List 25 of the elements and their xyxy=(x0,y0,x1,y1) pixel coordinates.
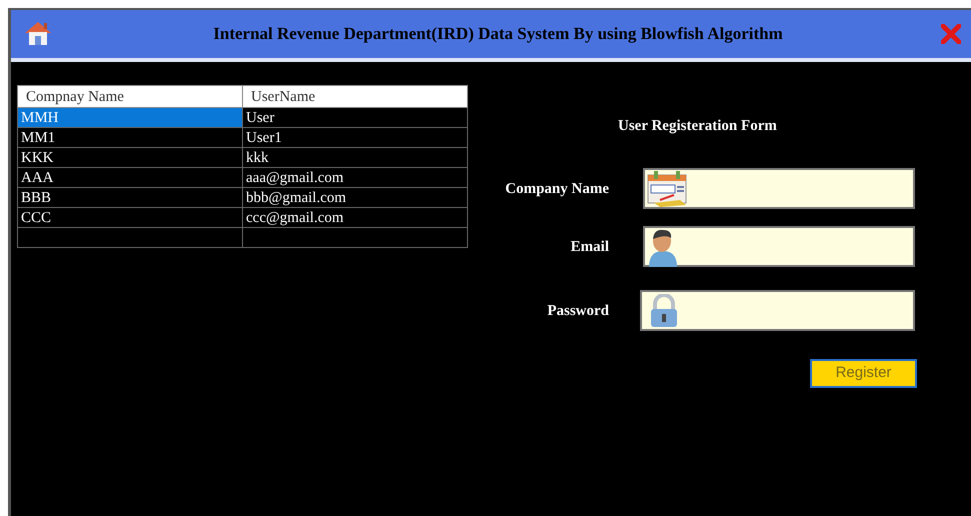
input-field[interactable] xyxy=(643,226,915,267)
input-field[interactable] xyxy=(643,168,915,209)
table-cell[interactable]: ccc@gmail.com xyxy=(242,208,468,228)
table-cell[interactable]: KKK xyxy=(18,148,242,168)
table-cell[interactable]: User1 xyxy=(242,128,468,148)
table-cell[interactable]: User xyxy=(242,108,468,128)
table-cell[interactable]: aaa@gmail.com xyxy=(242,168,468,188)
field-label: Company Name xyxy=(505,180,609,196)
column-header[interactable]: Compnay Name xyxy=(18,86,242,108)
table-cell[interactable]: BBB xyxy=(18,188,242,208)
window-title: Internal Revenue Department(IRD) Data System By using Blowfish Algorithm xyxy=(213,23,783,46)
padlock-icon xyxy=(648,294,680,328)
calendar-card-icon xyxy=(646,170,688,208)
column-header[interactable]: UserName xyxy=(242,86,468,108)
table-cell[interactable]: MM1 xyxy=(18,128,242,148)
input-field[interactable] xyxy=(640,290,915,331)
table-cell[interactable]: CCC xyxy=(18,208,242,228)
table-cell[interactable]: bbb@gmail.com xyxy=(242,188,468,208)
register-button[interactable]: Register xyxy=(810,359,917,388)
table-cell[interactable]: AAA xyxy=(18,168,242,188)
field-label: Password xyxy=(547,302,609,318)
form-title: User Registeration Form xyxy=(618,118,777,134)
field-label: Email xyxy=(570,238,609,254)
table-cell[interactable]: kkk xyxy=(242,148,468,168)
table-cell[interactable]: MMH xyxy=(18,108,242,128)
